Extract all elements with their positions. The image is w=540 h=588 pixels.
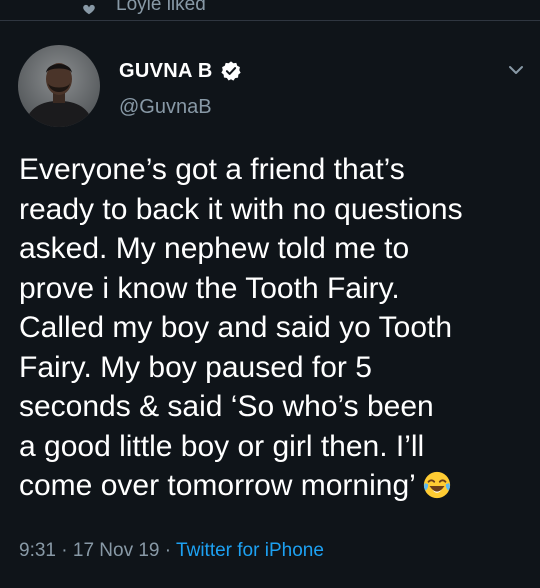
- author-name-row[interactable]: GUVNA B: [119, 58, 242, 84]
- author-display-name[interactable]: GUVNA B: [119, 60, 213, 83]
- author-handle[interactable]: @GuvnaB: [119, 96, 212, 119]
- tweet-source-link[interactable]: Twitter for iPhone: [176, 540, 324, 561]
- tweet-line-last: come over tomorrow morning’: [19, 466, 529, 506]
- tweet-line: a good little boy or girl then. I’ll: [19, 429, 425, 463]
- tweet-time[interactable]: 9:31: [19, 540, 56, 561]
- tweet-date[interactable]: 17 Nov 19: [73, 540, 160, 561]
- tweet-line: Everyone’s got a friend that’s: [19, 153, 405, 186]
- tweet-line: seconds & said ‘So who’s been: [19, 390, 434, 423]
- avatar-image: [18, 45, 100, 127]
- tweet-line-text: come over tomorrow morning’: [19, 469, 416, 502]
- tweet-line: asked. My nephew told me to: [19, 232, 410, 265]
- meta-separator: ·: [159, 540, 177, 561]
- tweet-line: prove i know the Tooth Fairy.: [19, 271, 400, 305]
- chevron-down-icon[interactable]: [504, 58, 528, 82]
- meta-separator: ·: [55, 540, 73, 561]
- divider: [0, 20, 540, 21]
- tweet-line: Fairy. My boy paused for 5: [19, 350, 372, 384]
- heart-icon: [83, 4, 95, 15]
- tweet-line: Called my boy and said yo Tooth: [19, 311, 453, 344]
- avatar[interactable]: [18, 45, 100, 127]
- tweet-meta: 9:31 · 17 Nov 19 · Twitter for iPhone: [19, 540, 324, 562]
- tweet-line: ready to back it with no questions: [19, 192, 463, 226]
- tweet-text: Everyone’s got a friend that’s ready to …: [19, 150, 529, 506]
- face-with-tears-of-joy-icon: [423, 471, 450, 499]
- social-context-text: Loyle liked: [116, 0, 206, 15]
- social-context[interactable]: Loyle liked: [0, 0, 540, 16]
- verified-badge-icon: [220, 61, 241, 81]
